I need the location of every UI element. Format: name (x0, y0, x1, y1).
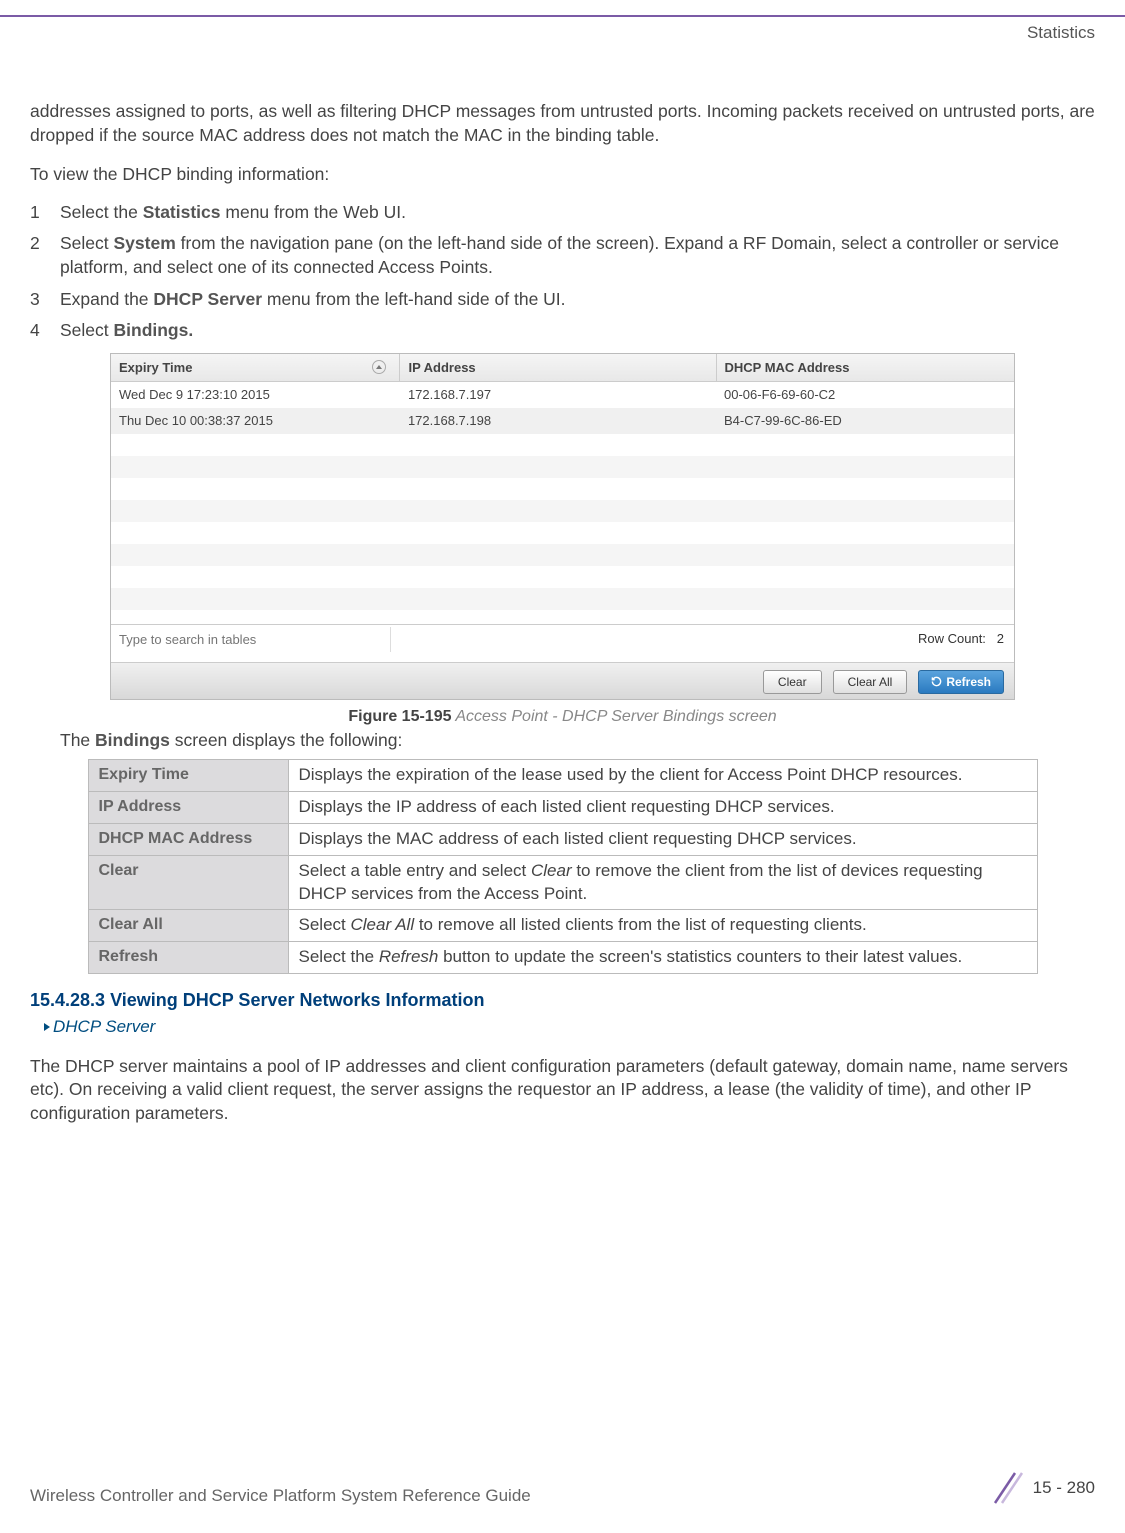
page-footer: Wireless Controller and Service Platform… (30, 1468, 1095, 1508)
step-text: menu from the left-hand side of the UI. (262, 289, 566, 309)
italic-text: Clear All (350, 915, 414, 934)
col-header-label: DHCP MAC Address (725, 360, 850, 375)
desc-label: Refresh (88, 942, 288, 974)
intro-paragraph: addresses assigned to ports, as well as … (30, 100, 1095, 147)
col-header-label: IP Address (408, 360, 475, 375)
menu-dhcp-server: DHCP Server (153, 289, 262, 309)
desc-row-clear: Clear Select a table entry and select Cl… (88, 855, 1037, 910)
table-row[interactable]: Thu Dec 10 00:38:37 2015 172.168.7.198 B… (111, 408, 1014, 434)
text: screen displays the following: (170, 730, 402, 750)
refresh-button[interactable]: Refresh (918, 670, 1004, 694)
desc-label: Expiry Time (88, 759, 288, 791)
search-input[interactable] (111, 627, 391, 652)
step-4: Select Bindings. (30, 319, 1095, 343)
breadcrumb: DHCP Server (30, 1016, 1095, 1039)
figure-caption: Figure 15-195 Access Point - DHCP Server… (110, 706, 1015, 728)
cell-expiry: Wed Dec 9 17:23:10 2015 (111, 382, 400, 408)
text: button to update the screen's statistics… (438, 947, 962, 966)
figure-title: Access Point - DHCP Server Bindings scre… (452, 708, 777, 725)
cell-ip: 172.168.7.197 (400, 382, 716, 408)
button-bar: Clear Clear All Refresh (111, 662, 1014, 699)
desc-label: DHCP MAC Address (88, 823, 288, 855)
footer-title: Wireless Controller and Service Platform… (30, 1485, 531, 1508)
table-empty-area (111, 434, 1014, 624)
table-row[interactable]: Wed Dec 9 17:23:10 2015 172.168.7.197 00… (111, 382, 1014, 408)
desc-row-clear-all: Clear All Select Clear All to remove all… (88, 910, 1037, 942)
table-footer: Row Count: 2 (111, 624, 1014, 656)
desc-text: Select a table entry and select Clear to… (288, 855, 1037, 910)
page-header-rule: Statistics (0, 15, 1125, 45)
text: The (60, 730, 95, 750)
bold-text: Bindings (95, 730, 170, 750)
lead-in-paragraph: To view the DHCP binding information: (30, 163, 1095, 187)
text: to remove all listed clients from the li… (414, 915, 867, 934)
desc-row-ip: IP Address Displays the IP address of ea… (88, 791, 1037, 823)
slash-icon (985, 1468, 1025, 1508)
section-paragraph: The DHCP server maintains a pool of IP a… (30, 1055, 1095, 1126)
page-number-box: 15 - 280 (985, 1468, 1095, 1508)
desc-label: Clear All (88, 910, 288, 942)
desc-row-mac: DHCP MAC Address Displays the MAC addres… (88, 823, 1037, 855)
desc-text: Select Clear All to remove all listed cl… (288, 910, 1037, 942)
step-2: Select System from the navigation pane (… (30, 232, 1095, 279)
col-expiry-time[interactable]: Expiry Time (111, 354, 400, 382)
step-3: Expand the DHCP Server menu from the lef… (30, 288, 1095, 312)
desc-label: Clear (88, 855, 288, 910)
menu-bindings: Bindings. (114, 320, 194, 340)
cell-expiry: Thu Dec 10 00:38:37 2015 (111, 408, 400, 434)
breadcrumb-text[interactable]: DHCP Server (53, 1017, 155, 1036)
bindings-screenshot: Expiry Time IP Address DHCP MAC Address … (110, 353, 1015, 700)
desc-text: Displays the expiration of the lease use… (288, 759, 1037, 791)
clear-all-button[interactable]: Clear All (833, 670, 908, 694)
page-header-label: Statistics (0, 22, 1095, 45)
figure-number: Figure 15-195 (348, 708, 451, 725)
text: Select (299, 915, 351, 934)
text: Select a table entry and select (299, 861, 531, 880)
section-heading: 15.4.28.3 Viewing DHCP Server Networks I… (30, 988, 1095, 1012)
sort-asc-icon[interactable] (372, 360, 386, 374)
desc-text: Displays the MAC address of each listed … (288, 823, 1037, 855)
page-number: 15 - 280 (1033, 1477, 1095, 1500)
bindings-desc-lead: The Bindings screen displays the followi… (30, 729, 1095, 753)
breadcrumb-arrow-icon (44, 1023, 50, 1031)
step-1: Select the Statistics menu from the Web … (30, 201, 1095, 225)
desc-row-expiry: Expiry Time Displays the expiration of t… (88, 759, 1037, 791)
step-text: Select (60, 233, 114, 253)
menu-system: System (114, 233, 176, 253)
step-text: menu from the Web UI. (221, 202, 406, 222)
italic-text: Clear (531, 861, 572, 880)
row-count-value: 2 (997, 631, 1004, 646)
cell-mac: B4-C7-99-6C-86-ED (716, 408, 1014, 434)
clear-button[interactable]: Clear (763, 670, 822, 694)
refresh-icon (931, 676, 942, 687)
bindings-table: Expiry Time IP Address DHCP MAC Address … (111, 354, 1014, 434)
description-table: Expiry Time Displays the expiration of t… (88, 759, 1038, 975)
row-count: Row Count: 2 (918, 630, 1004, 648)
desc-label: IP Address (88, 791, 288, 823)
step-text: Select (60, 320, 114, 340)
desc-text: Select the Refresh button to update the … (288, 942, 1037, 974)
desc-text: Displays the IP address of each listed c… (288, 791, 1037, 823)
menu-statistics: Statistics (143, 202, 221, 222)
step-text: Select the (60, 202, 143, 222)
refresh-button-label: Refresh (946, 675, 991, 689)
italic-text: Refresh (379, 947, 439, 966)
col-header-label: Expiry Time (119, 360, 192, 375)
figure-container: Expiry Time IP Address DHCP MAC Address … (30, 353, 1095, 727)
desc-row-refresh: Refresh Select the Refresh button to upd… (88, 942, 1037, 974)
step-text: Expand the (60, 289, 153, 309)
cell-mac: 00-06-F6-69-60-C2 (716, 382, 1014, 408)
row-count-label: Row Count: (918, 631, 986, 646)
steps-list: Select the Statistics menu from the Web … (30, 201, 1095, 343)
cell-ip: 172.168.7.198 (400, 408, 716, 434)
text: Select the (299, 947, 379, 966)
step-text: from the navigation pane (on the left-ha… (60, 233, 1059, 277)
col-dhcp-mac[interactable]: DHCP MAC Address (716, 354, 1014, 382)
col-ip-address[interactable]: IP Address (400, 354, 716, 382)
